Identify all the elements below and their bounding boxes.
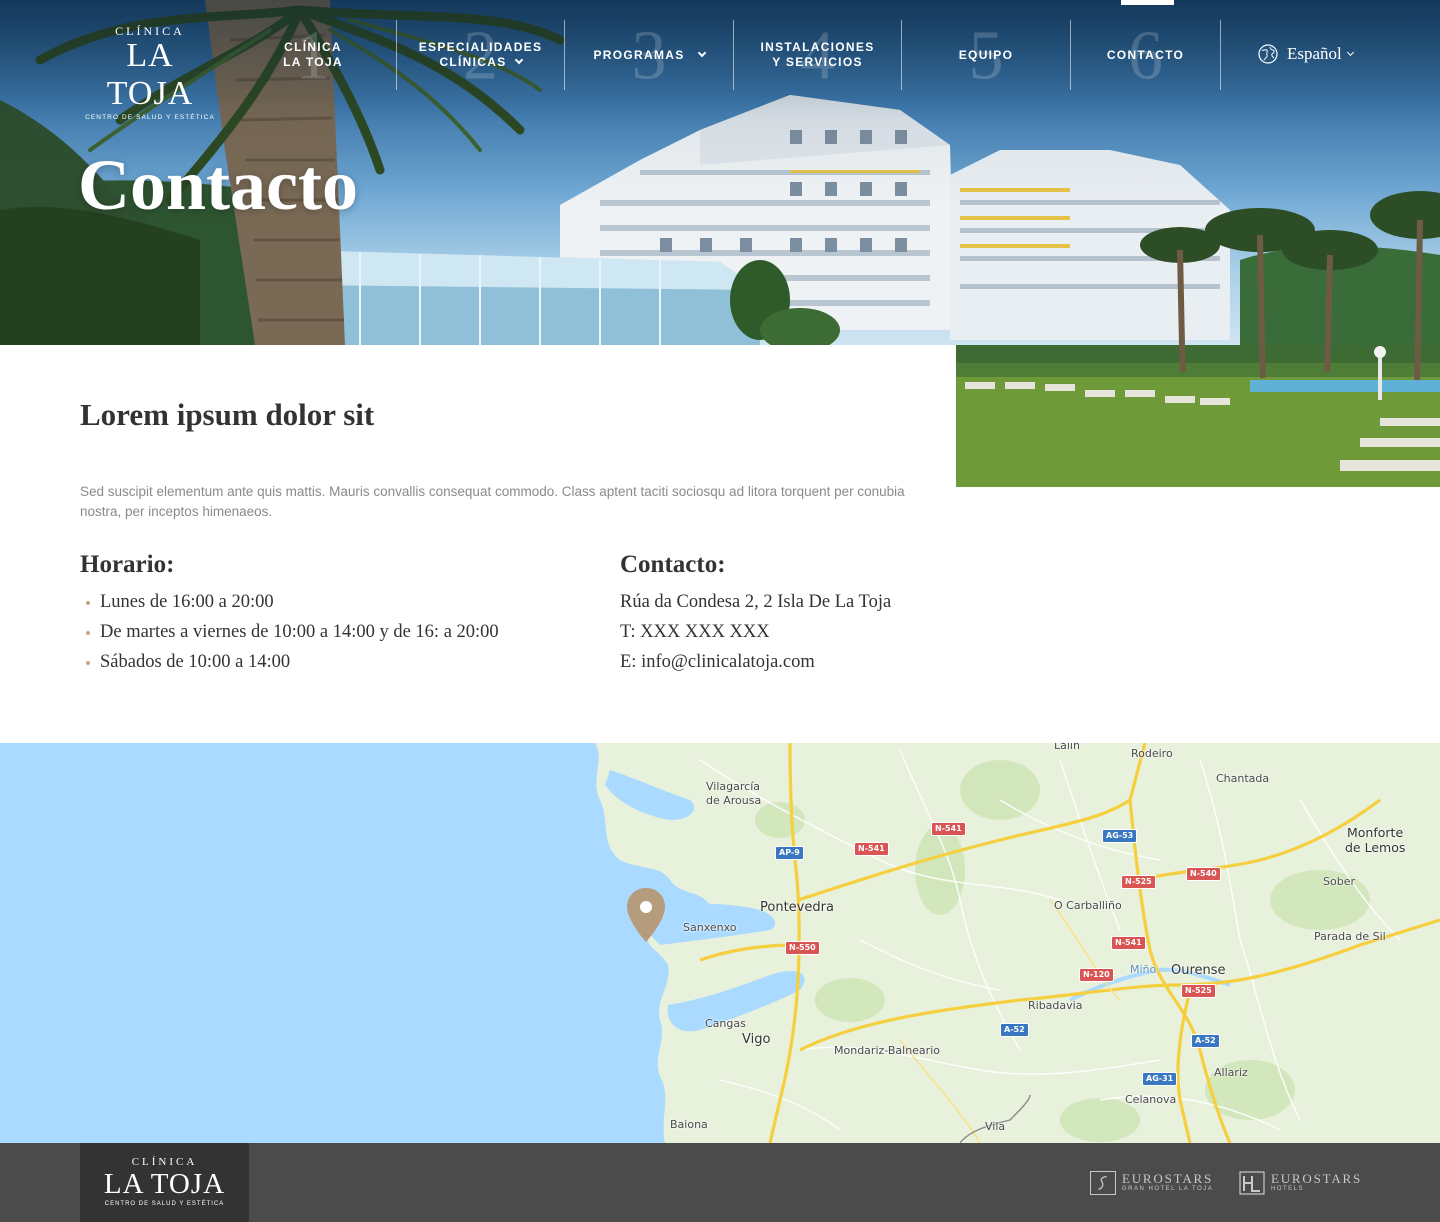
map-label: Sober	[1323, 875, 1355, 888]
map-label: O Carballiño	[1054, 899, 1122, 912]
chevron-down-icon	[514, 55, 523, 65]
hotel-photo-extension	[956, 345, 1440, 487]
road-shield: N-525	[1121, 875, 1156, 889]
nav-label: CLÍNICA	[284, 40, 342, 54]
section-heading: Lorem ipsum dolor sit	[80, 397, 375, 432]
road-shield: N-540	[1186, 867, 1221, 881]
map-label: Celanova	[1125, 1093, 1177, 1106]
nav-label: CONTACTO	[1106, 47, 1185, 62]
list-item: Sábados de 10:00 a 14:00	[80, 647, 499, 677]
language-label: Español	[1287, 44, 1342, 63]
map-label: Vigo	[742, 1032, 771, 1047]
nav-item-instalaciones[interactable]: 4 INSTALACIONES Y SERVICIOS	[734, 20, 901, 91]
partner-name: EUROSTARS	[1271, 1171, 1363, 1186]
logo-top-text: CLÍNICA	[115, 24, 185, 38]
map-label: Vila	[985, 1120, 1006, 1133]
intro-paragraph: Sed suscipit elementum ante quis mattis.…	[80, 484, 905, 519]
footer: CLÍNICA LA TOJA CENTRO DE SALUD Y ESTÉTI…	[0, 1143, 1440, 1222]
road-shield: AP-9	[775, 846, 804, 860]
page-title: Contacto	[78, 145, 358, 225]
logo-main-text: LA TOJA	[103, 1168, 226, 1200]
phone-text[interactable]: T: XXX XXX XXX	[620, 617, 891, 647]
nav-item-equipo[interactable]: 5 EQUIPO	[902, 20, 1070, 91]
nav-item-contacto[interactable]: 6 CONTACTO	[1071, 20, 1220, 91]
map-label: Ribadavia	[1028, 999, 1083, 1012]
road-shield: AG-31	[1142, 1072, 1178, 1086]
nav-item-programas[interactable]: 3 PROGRAMAS	[565, 20, 733, 91]
chevron-down-icon	[1346, 48, 1354, 56]
nav-label: LA TOJA	[283, 55, 343, 69]
active-nav-indicator	[1121, 0, 1174, 5]
map-label: de Lemos	[1345, 840, 1406, 855]
location-map[interactable]: Lalín Rodeiro Chantada Vilagarcía de Aro…	[0, 743, 1440, 1143]
road-shield: N-120	[1079, 968, 1114, 982]
map-label: Ourense	[1171, 963, 1226, 978]
nav-label: CLÍNICAS	[439, 55, 507, 69]
partner-logo-gran-hotel[interactable]: EUROSTARS GRAN HOTEL LA TOJA	[1090, 1170, 1213, 1196]
map-label: de Arousa	[706, 794, 762, 807]
road-shield: N-541	[1111, 936, 1146, 950]
map-label: Cangas	[705, 1017, 746, 1030]
partner-sub: GRAN HOTEL LA TOJA	[1122, 1186, 1214, 1192]
map-label: Mondariz-Balneario	[834, 1044, 940, 1057]
hours-list: Lunes de 16:00 a 20:00 De martes a viern…	[80, 587, 499, 677]
map-label: Monforte	[1347, 825, 1404, 840]
road-shield: AG-53	[1102, 829, 1138, 843]
map-label: Chantada	[1216, 772, 1270, 785]
nav-label: PROGRAMAS	[593, 47, 685, 62]
nav-divider	[1220, 20, 1221, 90]
road-shield: N-550	[785, 941, 820, 955]
nav-item-especialidades[interactable]: 2 ESPECIALIDADES CLÍNICAS	[397, 20, 564, 91]
map-label: Allariz	[1214, 1066, 1248, 1079]
location-pin-icon[interactable]	[626, 887, 666, 943]
site-logo[interactable]: CLÍNICA LA TOJA CENTRO DE SALUD Y ESTÉTI…	[80, 24, 220, 121]
road-shield: N-541	[854, 842, 889, 856]
hours-heading: Horario:	[80, 551, 175, 578]
eurostars-mark-icon	[1090, 1171, 1116, 1195]
chevron-down-icon	[697, 48, 706, 57]
road-shield: A-52	[1000, 1023, 1029, 1037]
logo-sub-text: CENTRO DE SALUD Y ESTÉTICA	[104, 1201, 225, 1207]
logo-sub-text: CENTRO DE SALUD Y ESTÉTICA	[85, 114, 215, 121]
map-label: Rodeiro	[1131, 747, 1173, 760]
map-label: Lalín	[1054, 743, 1080, 752]
contact-heading: Contacto:	[620, 551, 726, 578]
address-text: Rúa da Condesa 2, 2 Isla De La Toja	[620, 592, 892, 612]
road-shield: A-52	[1191, 1034, 1220, 1048]
logo-main-text: LA TOJA	[106, 37, 194, 112]
nav-label: EQUIPO	[958, 47, 1014, 62]
map-label: Pontevedra	[760, 900, 834, 915]
logo-top-text: CLÍNICA	[131, 1156, 198, 1168]
language-selector[interactable]: Español	[1258, 43, 1354, 65]
partner-logo-eurostars-hotels[interactable]: EUROSTARS HOTELS	[1239, 1170, 1362, 1196]
partner-name: EUROSTARS	[1122, 1171, 1214, 1186]
globe-icon	[1258, 44, 1278, 64]
road-shield: N-541	[931, 822, 966, 836]
road-shield: N-525	[1181, 984, 1216, 998]
footer-logo[interactable]: CLÍNICA LA TOJA CENTRO DE SALUD Y ESTÉTI…	[80, 1143, 249, 1222]
contact-details: Rúa da Condesa 2, 2 Isla De La Toja T: X…	[620, 587, 891, 677]
nav-item-clinica[interactable]: 1 CLÍNICA LA TOJA	[250, 20, 376, 91]
eurostars-hotels-mark-icon	[1239, 1171, 1265, 1195]
nav-label: INSTALACIONES	[760, 40, 875, 54]
partner-sub: HOTELS	[1271, 1186, 1305, 1192]
hero-banner: CLÍNICA LA TOJA CENTRO DE SALUD Y ESTÉTI…	[0, 0, 1440, 345]
email-link[interactable]: E: info@clinicalatoja.com	[620, 647, 891, 677]
list-item: Lunes de 16:00 a 20:00	[80, 587, 499, 617]
map-label: Baiona	[670, 1118, 708, 1131]
list-item: De martes a viernes de 10:00 a 14:00 y d…	[80, 617, 499, 647]
nav-label: ESPECIALIDADES	[418, 40, 543, 54]
map-label: Sanxenxo	[683, 921, 737, 934]
nav-label: Y SERVICIOS	[772, 55, 863, 69]
map-label: Vilagarcía	[706, 780, 760, 793]
map-label: Miño	[1130, 963, 1157, 976]
map-label: Parada de Sil	[1314, 930, 1386, 943]
